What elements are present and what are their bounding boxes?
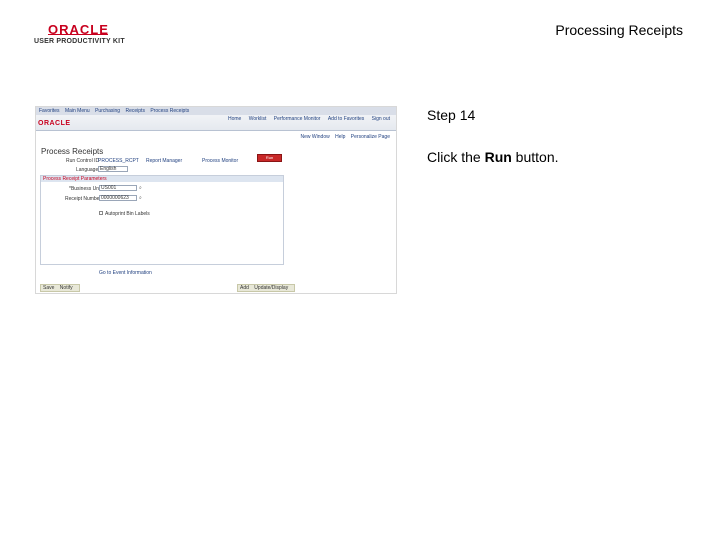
breadcrumb-bar: Favorites Main Menu Purchasing Receipts …: [36, 107, 396, 115]
breadcrumb: Favorites Main Menu Purchasing Receipts …: [39, 108, 193, 114]
new-window-link[interactable]: New Window: [301, 134, 330, 140]
update-display-button[interactable]: Update/Display: [254, 285, 288, 291]
help-link[interactable]: Help: [335, 134, 345, 140]
step-number: Step 14: [427, 107, 476, 123]
business-unit-value: US001: [101, 185, 117, 191]
breadcrumb-item[interactable]: Process Receipts: [150, 108, 189, 114]
slide-title: Processing Receipts: [555, 22, 683, 38]
instruction-text-after: button.: [511, 149, 559, 165]
business-unit-field[interactable]: US001: [99, 185, 137, 191]
language-select[interactable]: English: [98, 166, 128, 172]
nav-signout-link[interactable]: Sign out: [372, 116, 390, 122]
nav-worklist-link[interactable]: Worklist: [249, 116, 267, 122]
autoprint-bin-labels-checkbox[interactable]: [99, 211, 103, 215]
application-screenshot: Favorites Main Menu Purchasing Receipts …: [35, 106, 397, 294]
receipt-number-field[interactable]: 0000000623: [99, 195, 137, 201]
notify-button[interactable]: Notify: [60, 285, 73, 291]
logo-underline: [48, 34, 108, 35]
process-monitor-link[interactable]: Process Monitor: [202, 158, 238, 164]
app-brand-logo: ORACLE: [38, 120, 71, 127]
process-receipt-parameters-section: Process Receipt Parameters *Business Uni…: [40, 175, 284, 265]
business-unit-lookup-icon[interactable]: ⌕: [139, 185, 142, 191]
receipt-number-value: 0000000623: [101, 195, 129, 201]
business-unit-label: *Business Unit: [69, 186, 102, 192]
page-title: Process Receipts: [41, 147, 104, 156]
breadcrumb-item[interactable]: Receipts: [125, 108, 144, 114]
run-control-value: PROCESS_RCPT: [98, 158, 139, 164]
run-control-label: Run Control ID: [66, 158, 100, 164]
bottom-left-toolbar: Save Notify: [40, 284, 80, 292]
section-header: Process Receipt Parameters: [41, 176, 283, 182]
header-nav: Home Worklist Performance Monitor Add to…: [222, 116, 390, 122]
bottom-right-toolbar: Add Update/Display: [237, 284, 296, 292]
run-button[interactable]: Run: [257, 154, 282, 162]
nav-favorites-link[interactable]: Add to Favorites: [328, 116, 364, 122]
add-button[interactable]: Add: [240, 285, 249, 291]
receipt-number-lookup-icon[interactable]: ⌕: [139, 195, 142, 201]
instruction-text-before: Click the: [427, 149, 485, 165]
app-header: ORACLE Home Worklist Performance Monitor…: [36, 115, 396, 131]
instruction-run-keyword: Run: [484, 149, 512, 165]
breadcrumb-item[interactable]: Main Menu: [65, 108, 90, 114]
oracle-upk-logo: ORACLE USER PRODUCTIVITY KIT: [34, 22, 126, 48]
breadcrumb-item[interactable]: Favorites: [39, 108, 60, 114]
report-manager-link[interactable]: Report Manager: [146, 158, 182, 164]
step-instruction: Click the Run button.: [427, 149, 559, 165]
save-button[interactable]: Save: [43, 285, 54, 291]
language-label: Language: [76, 167, 99, 173]
autoprint-bin-labels-label: Autoprint Bin Labels: [105, 211, 150, 217]
nav-home-link[interactable]: Home: [228, 116, 241, 122]
personalize-page-link[interactable]: Personalize Page: [351, 134, 390, 140]
language-value: English: [100, 166, 117, 172]
receipt-number-label: Receipt Number: [65, 196, 102, 202]
event-information-link[interactable]: Go to Event Information: [99, 270, 152, 276]
logo-subtitle: USER PRODUCTIVITY KIT: [34, 38, 125, 45]
page-utility-links: New Window Help Personalize Page: [297, 134, 390, 140]
breadcrumb-item[interactable]: Purchasing: [95, 108, 120, 114]
nav-performance-link[interactable]: Performance Monitor: [274, 116, 321, 122]
